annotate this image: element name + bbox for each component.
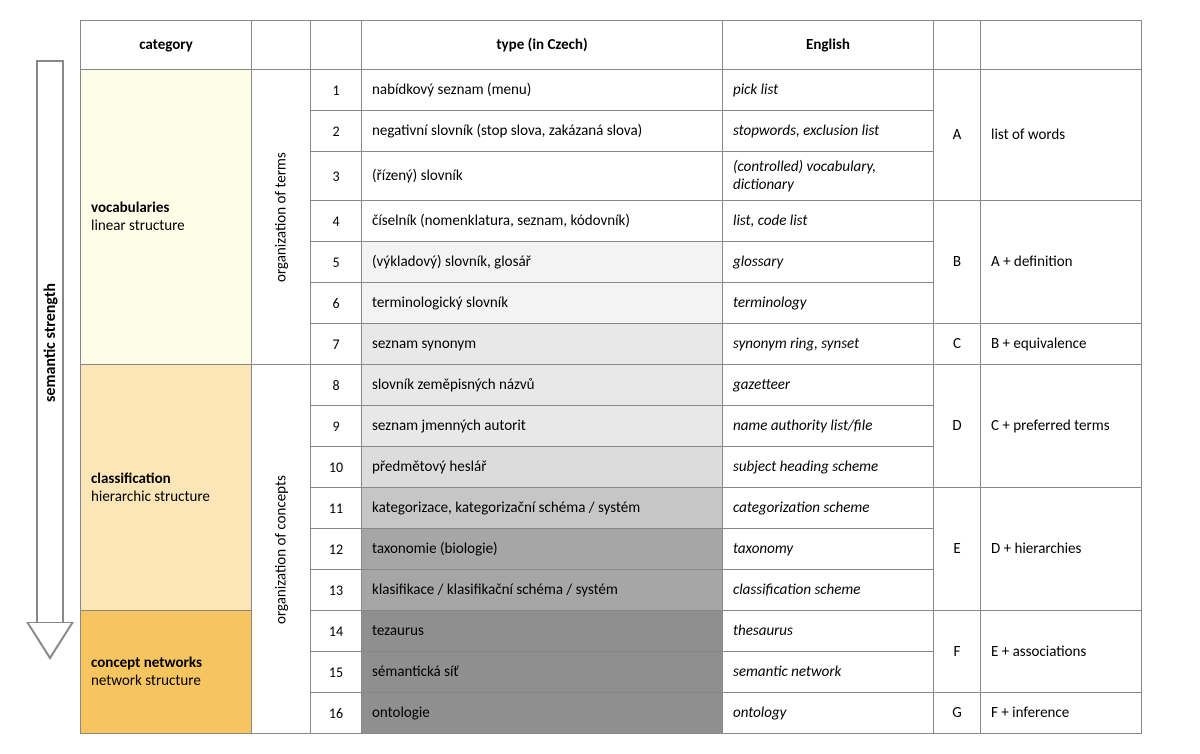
- header-row: category type (in Czech) English: [81, 21, 1142, 70]
- header-def: [981, 21, 1142, 70]
- diagram-root: semantic strength category type (in Czec…: [20, 20, 1180, 734]
- category-concept-networks: concept networks network structure: [81, 611, 252, 734]
- table-row: vocabularies linear structure organizati…: [81, 70, 1142, 111]
- table-row: classification hierarchic structure orga…: [81, 365, 1142, 406]
- header-english: English: [723, 21, 934, 70]
- org-of-concepts: organization of concepts: [252, 365, 311, 734]
- header-num: [311, 21, 362, 70]
- semantic-strength-arrow: semantic strength: [20, 20, 80, 660]
- org-of-terms: organization of terms: [252, 70, 311, 365]
- typology-table: category type (in Czech) English vocabul…: [80, 20, 1142, 734]
- header-type: type (in Czech): [362, 21, 723, 70]
- table-row: concept networks network structure 14 te…: [81, 611, 1142, 652]
- category-classification: classification hierarchic structure: [81, 365, 252, 611]
- header-letter: [934, 21, 981, 70]
- header-org: [252, 21, 311, 70]
- category-vocabularies: vocabularies linear structure: [81, 70, 252, 365]
- header-category: category: [81, 21, 252, 70]
- arrow-head-icon: [26, 622, 74, 660]
- arrow-label: semantic strength: [41, 283, 60, 402]
